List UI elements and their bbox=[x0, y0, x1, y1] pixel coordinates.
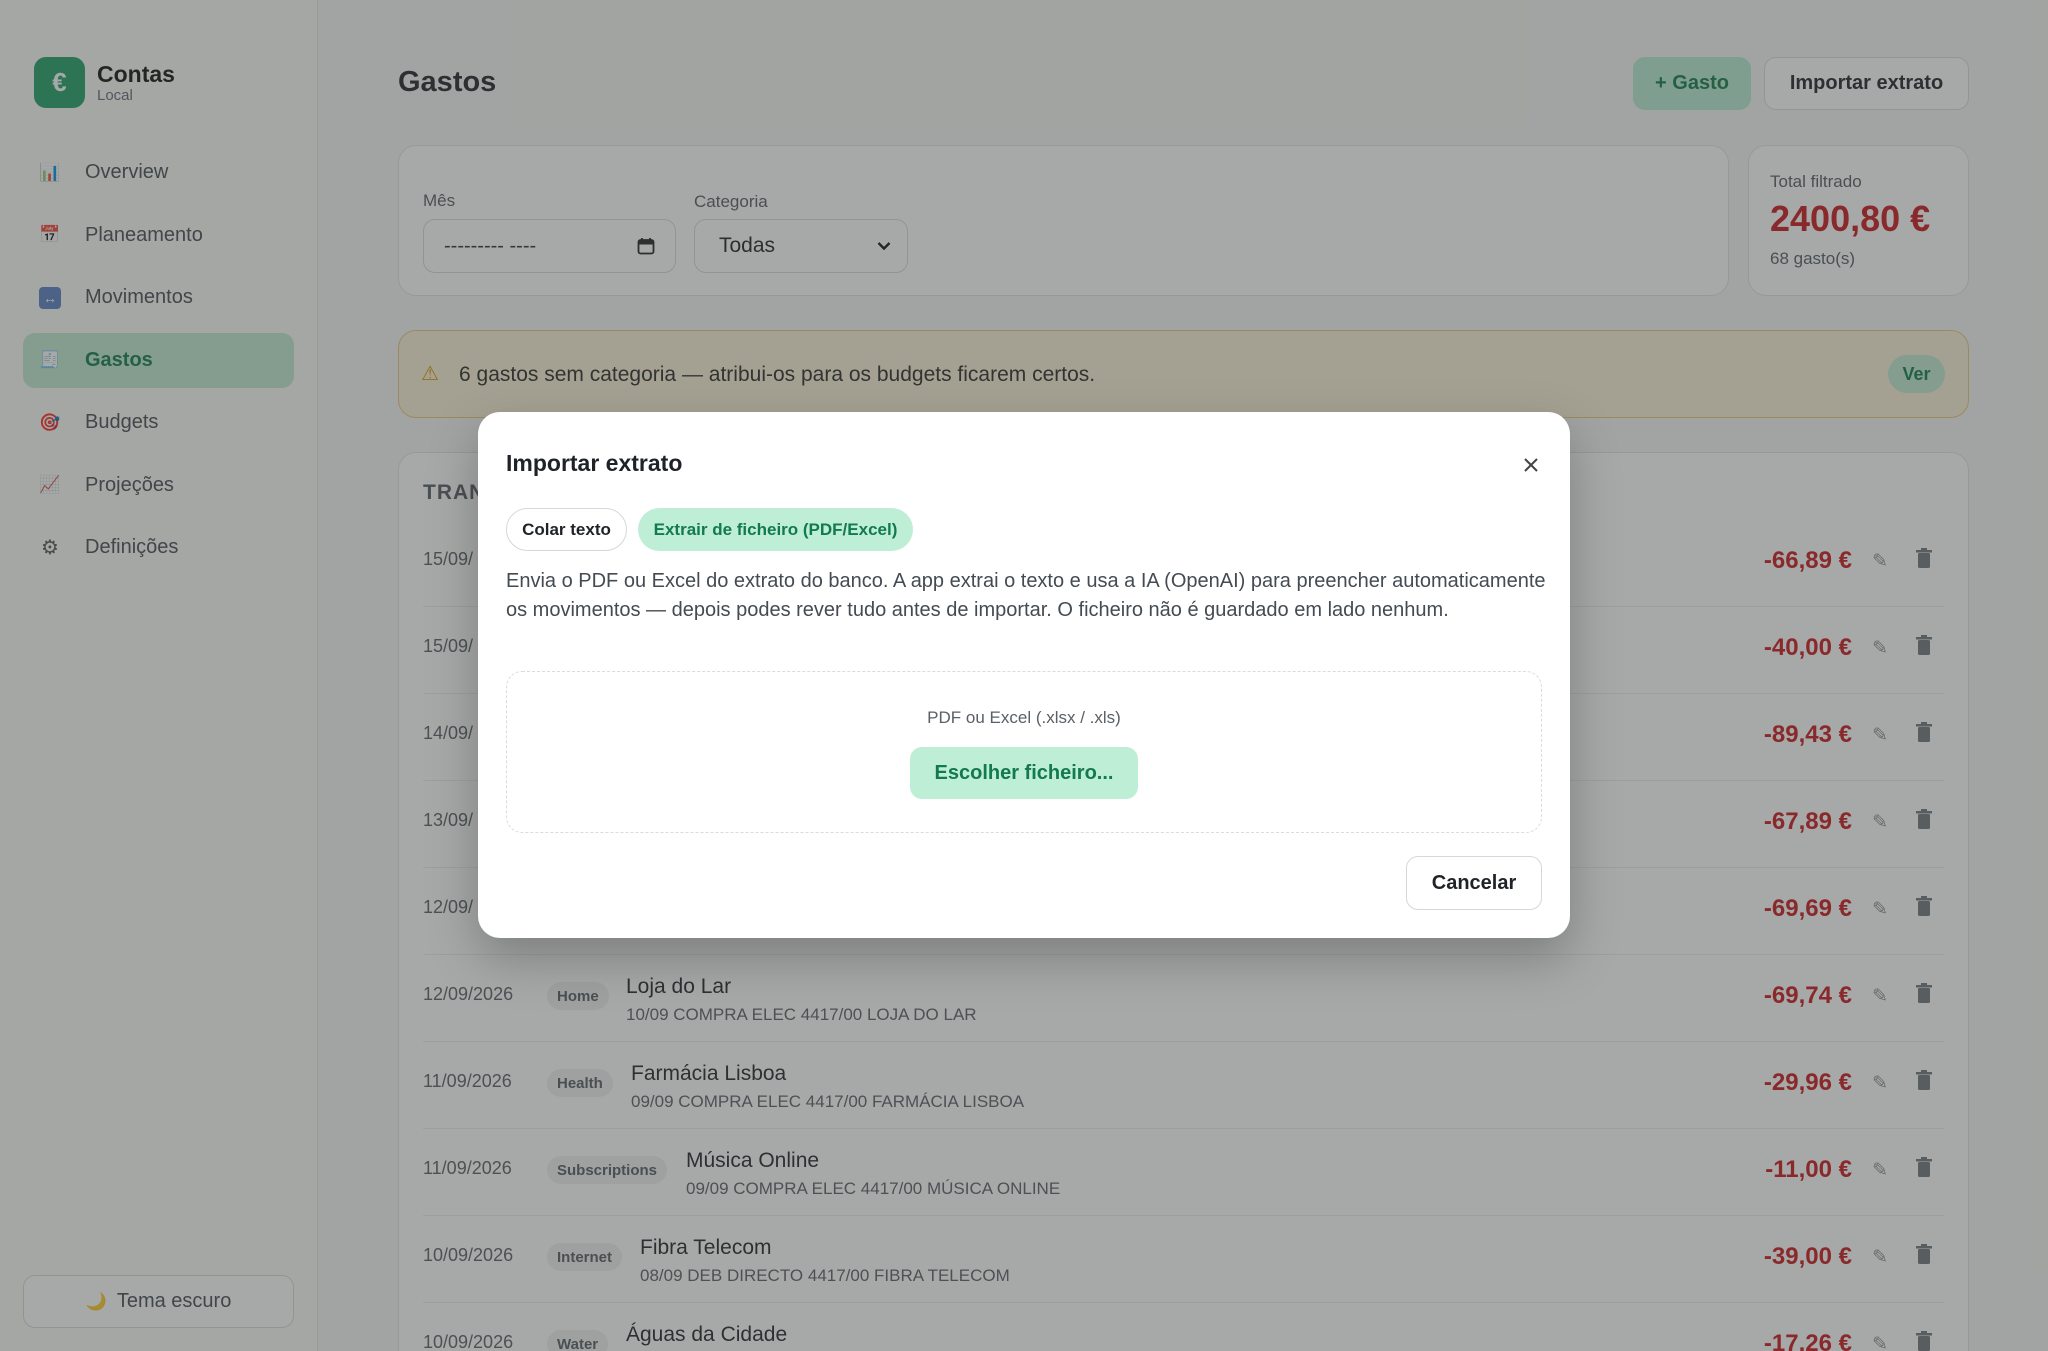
tab-extract-file[interactable]: Extrair de ficheiro (PDF/Excel) bbox=[638, 508, 913, 551]
dialog-title: Importar extrato bbox=[506, 450, 683, 476]
dropzone-label: PDF ou Excel (.xlsx / .xls) bbox=[927, 708, 1121, 727]
dialog-description: Envia o PDF ou Excel do extrato do banco… bbox=[506, 570, 1546, 621]
cancel-button[interactable]: Cancelar bbox=[1406, 856, 1542, 910]
import-statement-dialog: Importar extrato Colar texto Extrair de … bbox=[478, 412, 1570, 938]
tab-paste-text[interactable]: Colar texto bbox=[506, 508, 627, 551]
close-icon[interactable] bbox=[1517, 451, 1545, 479]
file-dropzone[interactable]: PDF ou Excel (.xlsx / .xls) Escolher fic… bbox=[506, 671, 1542, 833]
choose-file-button[interactable]: Escolher ficheiro... bbox=[910, 747, 1138, 799]
